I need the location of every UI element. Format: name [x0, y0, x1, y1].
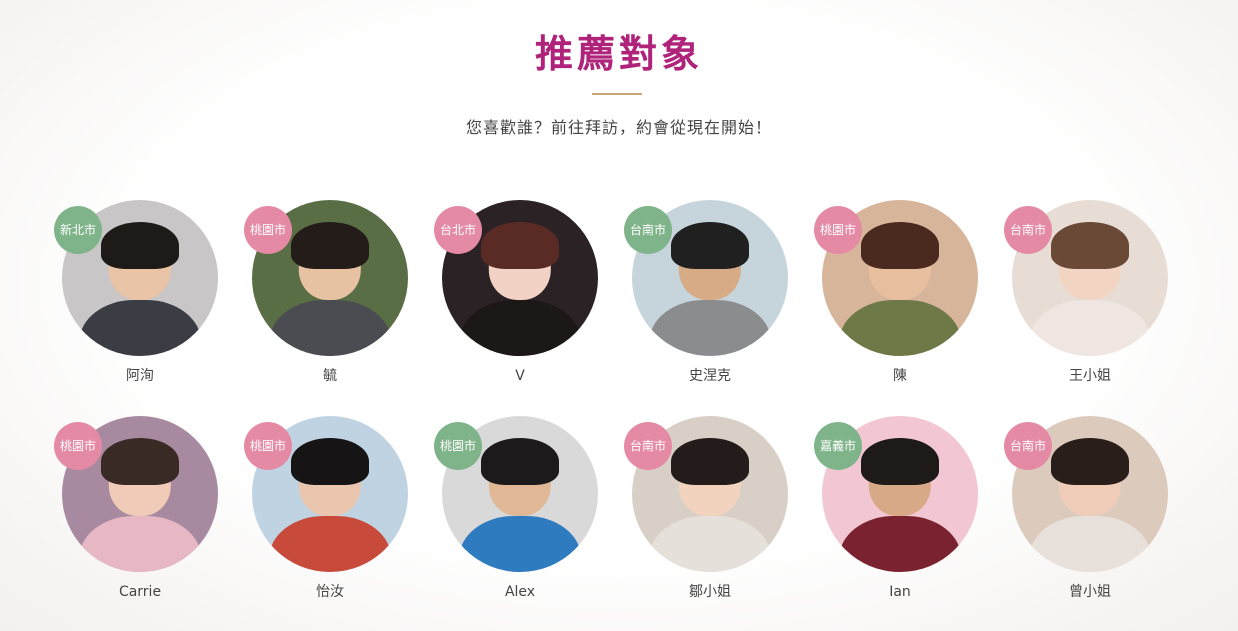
profile-card[interactable]: 桃園市陳 — [814, 200, 980, 400]
person-hair — [481, 437, 559, 485]
person-hair — [861, 221, 939, 269]
profile-grid: 新北市 阿洵 桃園市毓台北市 V 台南市 史涅克 桃園市陳台南市 王小姐 桃園市 Carrie 桃園… — [0, 0, 1238, 631]
person-hair — [1051, 437, 1129, 485]
profile-card[interactable]: 桃園市 Carrie — [54, 416, 220, 616]
city-badge: 桃園市 — [814, 206, 862, 254]
person-hair — [101, 221, 179, 269]
profile-name[interactable]: 怡汝 — [252, 582, 408, 602]
profile-name[interactable]: Alex — [442, 582, 598, 602]
profile-name[interactable]: 陳 — [822, 366, 978, 386]
person-hair — [101, 437, 179, 485]
city-badge: 桃園市 — [54, 422, 102, 470]
profile-card[interactable]: 台北市 V — [434, 200, 600, 400]
profile-card[interactable]: 桃園市怡汝 — [244, 416, 410, 616]
city-badge: 桃園市 — [244, 422, 292, 470]
city-badge: 台北市 — [434, 206, 482, 254]
city-badge: 嘉義市 — [814, 422, 862, 470]
profile-name[interactable]: 毓 — [252, 366, 408, 386]
person-hair — [291, 221, 369, 269]
city-badge: 台南市 — [1004, 206, 1052, 254]
profile-card[interactable]: 嘉義市 Ian — [814, 416, 980, 616]
profile-card[interactable]: 新北市阿洵 — [54, 200, 220, 400]
person-hair — [481, 221, 559, 269]
city-badge: 台南市 — [1004, 422, 1052, 470]
profile-name[interactable]: V — [442, 366, 598, 386]
profile-card[interactable]: 台南市鄒小姐 — [624, 416, 790, 616]
profile-card[interactable]: 桃園市 Alex — [434, 416, 600, 616]
person-hair — [1051, 221, 1129, 269]
profile-name[interactable]: 王小姐 — [1012, 366, 1168, 386]
city-badge: 台南市 — [624, 422, 672, 470]
city-badge: 台南市 — [624, 206, 672, 254]
profile-card[interactable]: 台南市王小姐 — [1004, 200, 1170, 400]
profile-name[interactable]: Ian — [822, 582, 978, 602]
profile-name[interactable]: 阿洵 — [62, 366, 218, 386]
profile-card[interactable]: 桃園市毓 — [244, 200, 410, 400]
person-hair — [861, 437, 939, 485]
person-hair — [671, 437, 749, 485]
profile-card[interactable]: 台南市史涅克 — [624, 200, 790, 400]
person-hair — [671, 221, 749, 269]
profile-name[interactable]: Carrie — [62, 582, 218, 602]
profile-name[interactable]: 鄒小姐 — [632, 582, 788, 602]
profile-name[interactable]: 曾小姐 — [1012, 582, 1168, 602]
profile-name[interactable]: 史涅克 — [632, 366, 788, 386]
person-hair — [291, 437, 369, 485]
profile-card[interactable]: 台南市曾小姐 — [1004, 416, 1170, 616]
city-badge: 新北市 — [54, 206, 102, 254]
city-badge: 桃園市 — [244, 206, 292, 254]
city-badge: 桃園市 — [434, 422, 482, 470]
